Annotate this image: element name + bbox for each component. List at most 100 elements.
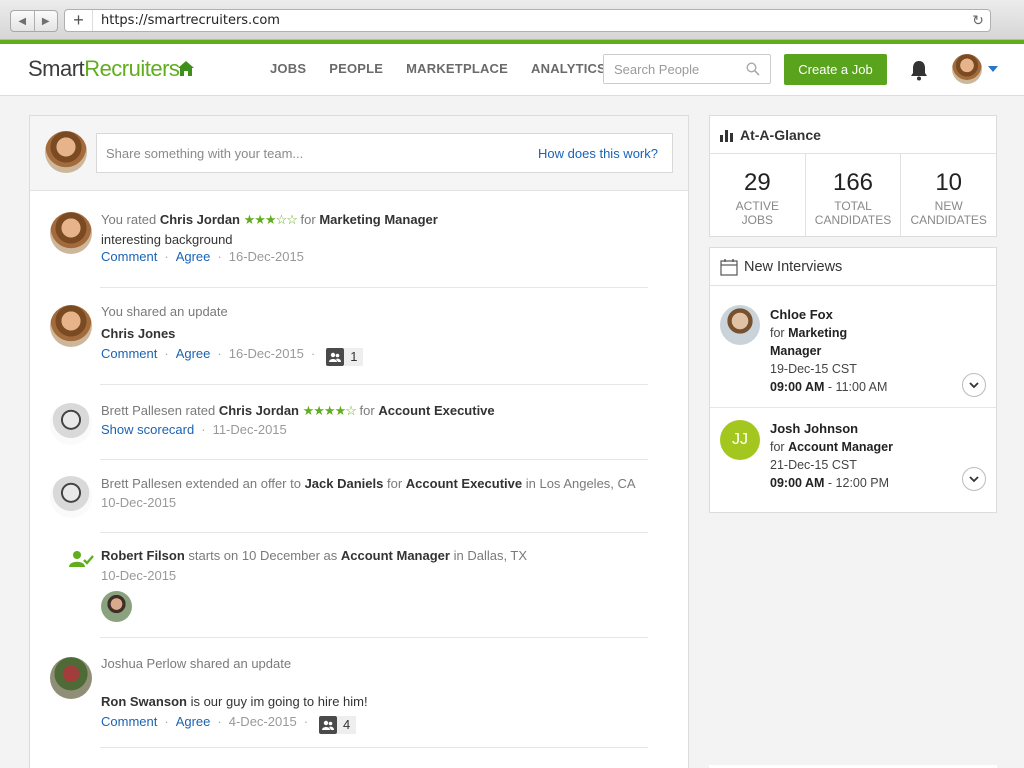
- show-scorecard-link[interactable]: Show scorecard: [101, 422, 194, 437]
- stat-value: 166: [832, 169, 874, 196]
- stat-new-candidates[interactable]: 10 NEW CANDIDATES: [901, 154, 996, 236]
- interview-job-line2: Manager: [770, 342, 821, 360]
- forward-icon[interactable]: ▶: [35, 11, 58, 31]
- feed-headline: Brett Pallesen rated Chris Jordan ★★★★☆ …: [101, 403, 495, 419]
- how-it-works-link[interactable]: How does this work?: [538, 146, 658, 161]
- candidate-initials-avatar: JJ: [720, 420, 760, 460]
- actor-avatar[interactable]: [50, 305, 92, 347]
- url-text[interactable]: https://smartrecruiters.com: [93, 13, 966, 28]
- rating-stars: ★★★★☆: [302, 403, 357, 418]
- agree-link[interactable]: Agree: [176, 714, 211, 729]
- search-box: [603, 54, 771, 84]
- new-interviews-panel: New Interviews Chloe Fox for Marketing M…: [709, 247, 997, 513]
- job-name[interactable]: Marketing Manager: [319, 212, 437, 227]
- job-name[interactable]: Account Manager: [341, 548, 450, 563]
- interview-item[interactable]: JJ Josh Johnson for Account Manager 21-D…: [710, 409, 996, 509]
- stat-value: 10: [935, 169, 963, 196]
- logo[interactable]: SmartRecruiters: [28, 56, 180, 82]
- comment-link[interactable]: Comment: [101, 714, 157, 729]
- feed-actions: Comment · Agree · 16-Dec-2015: [101, 249, 304, 264]
- comment-link[interactable]: Comment: [101, 249, 157, 264]
- feed-update-title: Chris Jones: [101, 326, 175, 341]
- agree-link[interactable]: Agree: [176, 249, 211, 264]
- back-icon[interactable]: ◀: [11, 11, 35, 31]
- candidate-name[interactable]: Jack Daniels: [305, 476, 384, 491]
- share-badge[interactable]: 1: [326, 348, 364, 366]
- interview-item[interactable]: Chloe Fox for Marketing Manager 19-Dec-1…: [710, 286, 996, 408]
- share-icon: [319, 716, 338, 734]
- create-job-button[interactable]: Create a Job: [784, 54, 887, 85]
- interview-start: 09:00 AM: [770, 476, 825, 490]
- stat-label: ACTIVE: [735, 199, 779, 213]
- divider: [100, 747, 648, 748]
- candidate-name[interactable]: Chris Jordan: [219, 403, 299, 418]
- bell-icon[interactable]: [909, 59, 929, 81]
- candidate-name[interactable]: Robert Filson: [101, 548, 185, 563]
- share-input[interactable]: [97, 134, 517, 172]
- address-bar[interactable]: + https://smartrecruiters.com ↻: [64, 9, 991, 32]
- agree-link[interactable]: Agree: [176, 346, 211, 361]
- actor-avatar[interactable]: [50, 403, 92, 445]
- stat-value: 29: [743, 169, 771, 196]
- feed-actions: Show scorecard · 11-Dec-2015: [101, 422, 287, 437]
- divider: [100, 637, 648, 638]
- candidate-avatar: [720, 305, 760, 345]
- feed-headline: Robert Filson starts on 10 December as A…: [101, 548, 527, 563]
- at-a-glance-panel: At-A-Glance 29 ACTIVE JOBS 166 TOTAL CAN…: [709, 115, 997, 237]
- interview-job-cont: Manager: [770, 344, 822, 358]
- reload-icon[interactable]: ↻: [966, 12, 990, 29]
- stat-total-candidates[interactable]: 166 TOTAL CANDIDATES: [806, 154, 902, 236]
- menu-analytics[interactable]: ANALYTICS: [531, 61, 606, 76]
- menu-people[interactable]: PEOPLE: [329, 61, 383, 76]
- home-icon[interactable]: [177, 60, 195, 78]
- feed-date: 16-Dec-2015: [228, 346, 304, 361]
- activity-feed: How does this work? You rated Chris Jord…: [29, 115, 689, 768]
- share-count: 1: [344, 348, 364, 366]
- interview-time: 09:00 AM - 11:00 AM: [770, 378, 887, 396]
- chevron-down-icon[interactable]: [962, 467, 986, 491]
- chevron-down-icon[interactable]: [988, 66, 998, 72]
- stat-label: CANDIDATES: [814, 213, 892, 227]
- share-icon: [326, 348, 345, 366]
- feed-date: 10-Dec-2015: [101, 495, 177, 510]
- feed-date: 4-Dec-2015: [228, 714, 297, 729]
- update-title[interactable]: Chris Jones: [101, 326, 175, 341]
- chevron-down-icon[interactable]: [962, 373, 986, 397]
- calendar-icon: [720, 258, 738, 276]
- composer: How does this work?: [30, 116, 688, 191]
- stat-active-jobs[interactable]: 29 ACTIVE JOBS: [710, 154, 806, 236]
- menu-jobs[interactable]: JOBS: [270, 61, 306, 76]
- interview-candidate[interactable]: Josh Johnson: [770, 421, 858, 436]
- divider: [100, 459, 648, 460]
- logo-part2: Recruiters: [84, 56, 180, 81]
- interview-time: 09:00 AM - 12:00 PM: [770, 474, 889, 492]
- comment-link[interactable]: Comment: [101, 346, 157, 361]
- stat-label: NEW: [934, 199, 963, 213]
- menu-marketplace[interactable]: MARKETPLACE: [406, 61, 508, 76]
- chart-icon: [720, 129, 733, 142]
- stat-label: TOTAL: [834, 199, 872, 213]
- candidate-name[interactable]: Chris Jordan: [160, 212, 240, 227]
- feed-middle: starts on 10 December as: [188, 548, 338, 563]
- panel-title: At-A-Glance: [740, 126, 821, 143]
- interview-candidate[interactable]: Chloe Fox: [770, 307, 833, 322]
- feed-date: 11-Dec-2015: [212, 422, 287, 437]
- new-tab-icon[interactable]: +: [65, 10, 93, 31]
- candidate-name[interactable]: Ron Swanson: [101, 694, 187, 709]
- share-badge[interactable]: 4: [319, 716, 357, 734]
- actor-avatar[interactable]: [50, 476, 92, 518]
- panel-title: New Interviews: [744, 258, 843, 275]
- actor-avatar[interactable]: [50, 657, 92, 699]
- search-icon[interactable]: [746, 62, 760, 76]
- user-avatar[interactable]: [952, 54, 982, 84]
- hiree-avatar[interactable]: [101, 591, 132, 622]
- job-name[interactable]: Account Executive: [378, 403, 494, 418]
- feed-headline: You rated Chris Jordan ★★★☆☆ for Marketi…: [101, 212, 438, 228]
- actor-avatar[interactable]: [50, 212, 92, 254]
- interview-job: Marketing: [788, 326, 848, 340]
- search-input[interactable]: [604, 55, 739, 83]
- main-menu: JOBS PEOPLE MARKETPLACE ANALYTICS: [270, 61, 629, 76]
- interview-job-line: for Account Manager: [770, 438, 893, 456]
- feed-actions: Comment · Agree · 4-Dec-2015 · 4: [101, 714, 357, 734]
- job-name[interactable]: Account Executive: [406, 476, 522, 491]
